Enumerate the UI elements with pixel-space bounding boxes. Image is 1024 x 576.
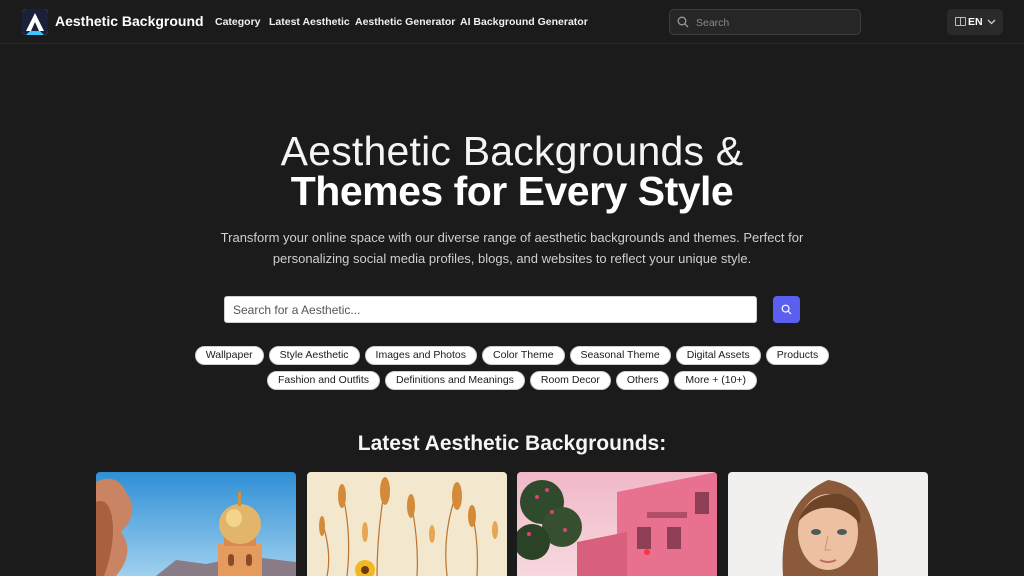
nav-aesthetic-generator[interactable]: Aesthetic Generator <box>355 16 455 28</box>
language-selector[interactable]: EN <box>947 9 1003 35</box>
header-search[interactable] <box>669 9 861 35</box>
category-tags-row-1: Wallpaper Style Aesthetic Images and Photo… <box>0 345 1024 365</box>
brand-name[interactable]: Aesthetic Background <box>55 13 204 29</box>
main-search-input[interactable] <box>233 301 748 319</box>
header-search-input[interactable] <box>696 14 856 31</box>
portrait-image <box>728 472 928 576</box>
tag-more[interactable]: More + (10+) <box>674 371 758 390</box>
flag-icon <box>955 17 966 26</box>
tag-products[interactable]: Products <box>765 346 830 365</box>
language-code: EN <box>968 16 983 28</box>
background-card-portrait[interactable] <box>728 472 928 576</box>
tag-seasonal-theme[interactable]: Seasonal Theme <box>569 346 671 365</box>
pink-building-image <box>517 472 717 576</box>
hero-subtitle: Transform your online space with our div… <box>220 230 804 266</box>
search-icon <box>677 16 689 28</box>
tag-digital-assets[interactable]: Digital Assets <box>675 346 761 365</box>
palace-image <box>96 472 296 576</box>
chevron-down-icon <box>987 19 996 25</box>
section-title: Latest Aesthetic Backgrounds: <box>357 432 667 455</box>
hero-title-line2: Themes for Every Style <box>290 168 734 214</box>
tag-others[interactable]: Others <box>615 371 670 390</box>
tag-room-decor[interactable]: Room Decor <box>529 371 611 390</box>
brand-logo-icon[interactable] <box>22 9 48 35</box>
background-card-pink-building[interactable] <box>517 472 717 576</box>
tag-wallpaper[interactable]: Wallpaper <box>194 346 264 365</box>
tag-style-aesthetic[interactable]: Style Aesthetic <box>268 346 360 365</box>
tag-definitions-and-meanings[interactable]: Definitions and Meanings <box>385 371 525 390</box>
nav-category[interactable]: Category <box>215 16 261 28</box>
tag-images-and-photos[interactable]: Images and Photos <box>364 346 478 365</box>
nav-ai-background-generator[interactable]: AI Background Generator <box>460 16 588 28</box>
category-tags-row-2: Fashion and Outfits Definitions and Meani… <box>0 370 1024 390</box>
tag-fashion-and-outfits[interactable]: Fashion and Outfits <box>266 371 380 390</box>
nav-latest-aesthetic[interactable]: Latest Aesthetic <box>269 16 350 28</box>
background-card-palace[interactable] <box>96 472 296 576</box>
search-icon <box>781 304 792 315</box>
main-search[interactable] <box>224 296 757 323</box>
background-card-wheat[interactable] <box>307 472 507 576</box>
tag-color-theme[interactable]: Color Theme <box>482 346 565 365</box>
wheat-image <box>307 472 507 576</box>
site-header: Aesthetic Background Category Latest Aes… <box>0 0 1024 44</box>
main-search-button[interactable] <box>773 296 800 323</box>
